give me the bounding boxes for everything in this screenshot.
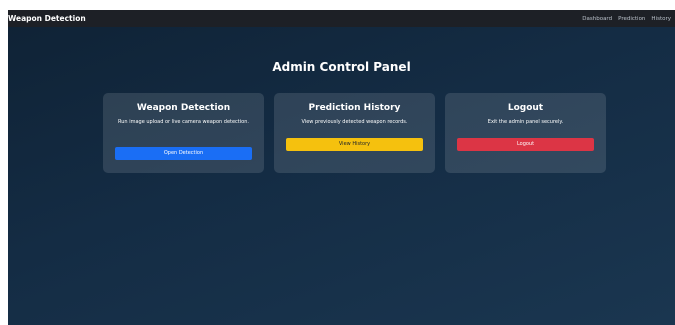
card-description: View previously detected weapon records.: [301, 119, 408, 125]
page-title: Admin Control Panel: [272, 60, 411, 74]
card-title: Logout: [507, 103, 544, 113]
top-navbar: Weapon Detection Dashboard Prediction Hi…: [8, 10, 675, 27]
app-window: Weapon Detection Dashboard Prediction Hi…: [8, 10, 675, 325]
nav-links: Dashboard Prediction History: [582, 16, 671, 22]
card-prediction-history: Prediction History View previously detec…: [274, 93, 435, 173]
logout-button[interactable]: Logout: [457, 138, 594, 151]
card-title: Weapon Detection: [136, 103, 231, 113]
card-logout: Logout Exit the admin panel securely. Lo…: [445, 93, 606, 173]
card-description: Run image upload or live camera weapon d…: [118, 119, 249, 125]
view-history-button[interactable]: View History: [286, 138, 423, 151]
nav-link-history[interactable]: History: [651, 16, 671, 22]
navbar-brand[interactable]: Weapon Detection: [8, 14, 86, 23]
nav-link-dashboard[interactable]: Dashboard: [582, 16, 612, 22]
card-title: Prediction History: [308, 103, 401, 113]
nav-link-prediction[interactable]: Prediction: [618, 16, 645, 22]
card-description: Exit the admin panel securely.: [487, 119, 564, 125]
card-weapon-detection: Weapon Detection Run image upload or liv…: [103, 93, 264, 173]
open-detection-button[interactable]: Open Detection: [115, 147, 252, 160]
